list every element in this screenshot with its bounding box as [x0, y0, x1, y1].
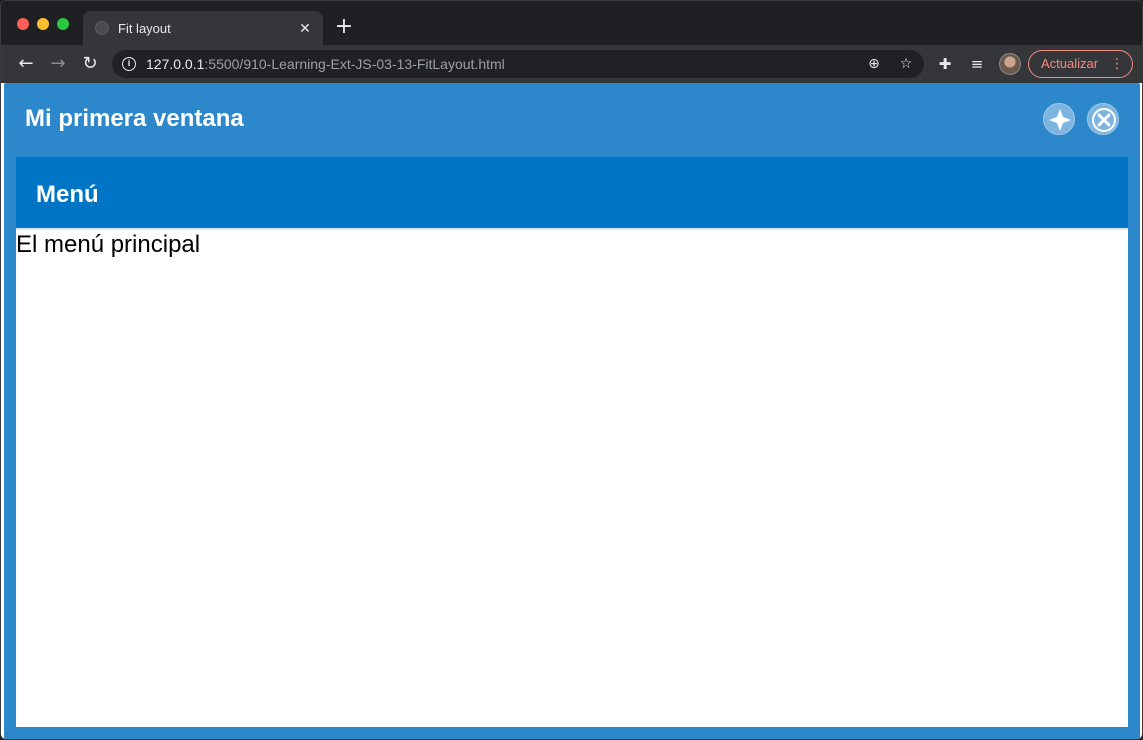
- close-icon[interactable]: [1087, 103, 1119, 135]
- zoom-icon[interactable]: ⊕: [864, 54, 884, 74]
- url-text[interactable]: 127.0.0.1:5500/910-Learning-Ext-JS-03-13…: [146, 56, 505, 72]
- browser-window: Fit layout ✕ + ← → ↻ i 127.0.0.1:5500/91…: [0, 0, 1143, 740]
- tab-fit-layout[interactable]: Fit layout ✕: [83, 11, 323, 45]
- minimize-window-button[interactable]: [37, 18, 49, 30]
- globe-icon: [95, 21, 109, 35]
- url-host: 127.0.0.1: [146, 56, 205, 72]
- menu-panel: Menú El menú principal: [16, 157, 1128, 727]
- maximize-icon[interactable]: [1043, 103, 1075, 135]
- info-icon[interactable]: i: [122, 57, 136, 71]
- panel-title: Menú: [36, 181, 99, 208]
- back-icon[interactable]: ←: [14, 52, 38, 76]
- page-viewport: Mi primera ventana Menú El menú principa…: [1, 83, 1142, 739]
- browser-toolbar: ← → ↻ i 127.0.0.1:5500/910-Learning-Ext-…: [1, 45, 1142, 83]
- puzzle-icon[interactable]: ✚: [934, 53, 956, 75]
- profile-avatar[interactable]: [999, 53, 1021, 75]
- update-button[interactable]: Actualizar ⋮: [1028, 50, 1133, 78]
- reload-icon[interactable]: ↻: [78, 52, 102, 76]
- url-path: :5500/910-Learning-Ext-JS-03-13-FitLayou…: [204, 56, 505, 72]
- tab-strip: Fit layout ✕ +: [1, 1, 1142, 45]
- window-title: Mi primera ventana: [25, 105, 244, 132]
- panel-body-text: El menú principal: [16, 231, 201, 258]
- update-button-label: Actualizar: [1041, 56, 1099, 71]
- ext-window: Mi primera ventana Menú El menú principa…: [4, 83, 1140, 739]
- media-control-icon[interactable]: ≡: [966, 53, 988, 75]
- zoom-window-button[interactable]: [57, 18, 69, 30]
- panel-header: Menú: [16, 157, 1128, 230]
- address-bar[interactable]: i 127.0.0.1:5500/910-Learning-Ext-JS-03-…: [112, 50, 924, 78]
- close-tab-icon[interactable]: ✕: [295, 18, 315, 38]
- close-window-button[interactable]: [17, 18, 29, 30]
- forward-icon[interactable]: →: [46, 52, 70, 76]
- tab-title: Fit layout: [118, 21, 171, 36]
- star-icon[interactable]: ☆: [896, 54, 916, 74]
- new-tab-icon[interactable]: +: [333, 16, 355, 38]
- more-vert-icon[interactable]: ⋮: [1110, 51, 1124, 77]
